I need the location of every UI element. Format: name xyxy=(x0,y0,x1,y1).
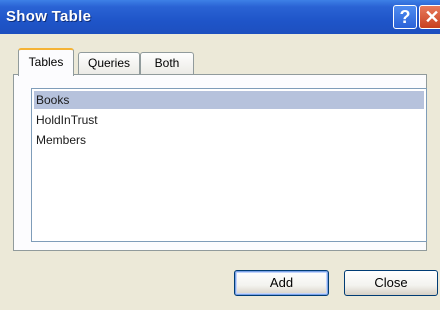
close-button[interactable]: Close xyxy=(344,270,438,296)
add-button[interactable]: Add xyxy=(234,270,329,296)
title-bar[interactable]: Show Table ? ✕ xyxy=(0,0,440,34)
tab-queries[interactable]: Queries xyxy=(78,52,140,74)
help-icon[interactable]: ? xyxy=(393,5,417,29)
close-icon[interactable]: ✕ xyxy=(419,5,440,29)
list-item-books[interactable]: Books xyxy=(34,91,424,109)
list-item-holdintrust[interactable]: HoldInTrust xyxy=(34,111,424,129)
list-item-members[interactable]: Members xyxy=(34,131,424,149)
tab-tables[interactable]: Tables xyxy=(18,48,74,76)
show-table-dialog: Show Table ? ✕ Tables Queries Both Books… xyxy=(0,0,440,310)
tab-both[interactable]: Both xyxy=(140,52,194,74)
table-listbox[interactable]: Books HoldInTrust Members xyxy=(31,88,427,242)
dialog-title: Show Table xyxy=(6,8,92,25)
